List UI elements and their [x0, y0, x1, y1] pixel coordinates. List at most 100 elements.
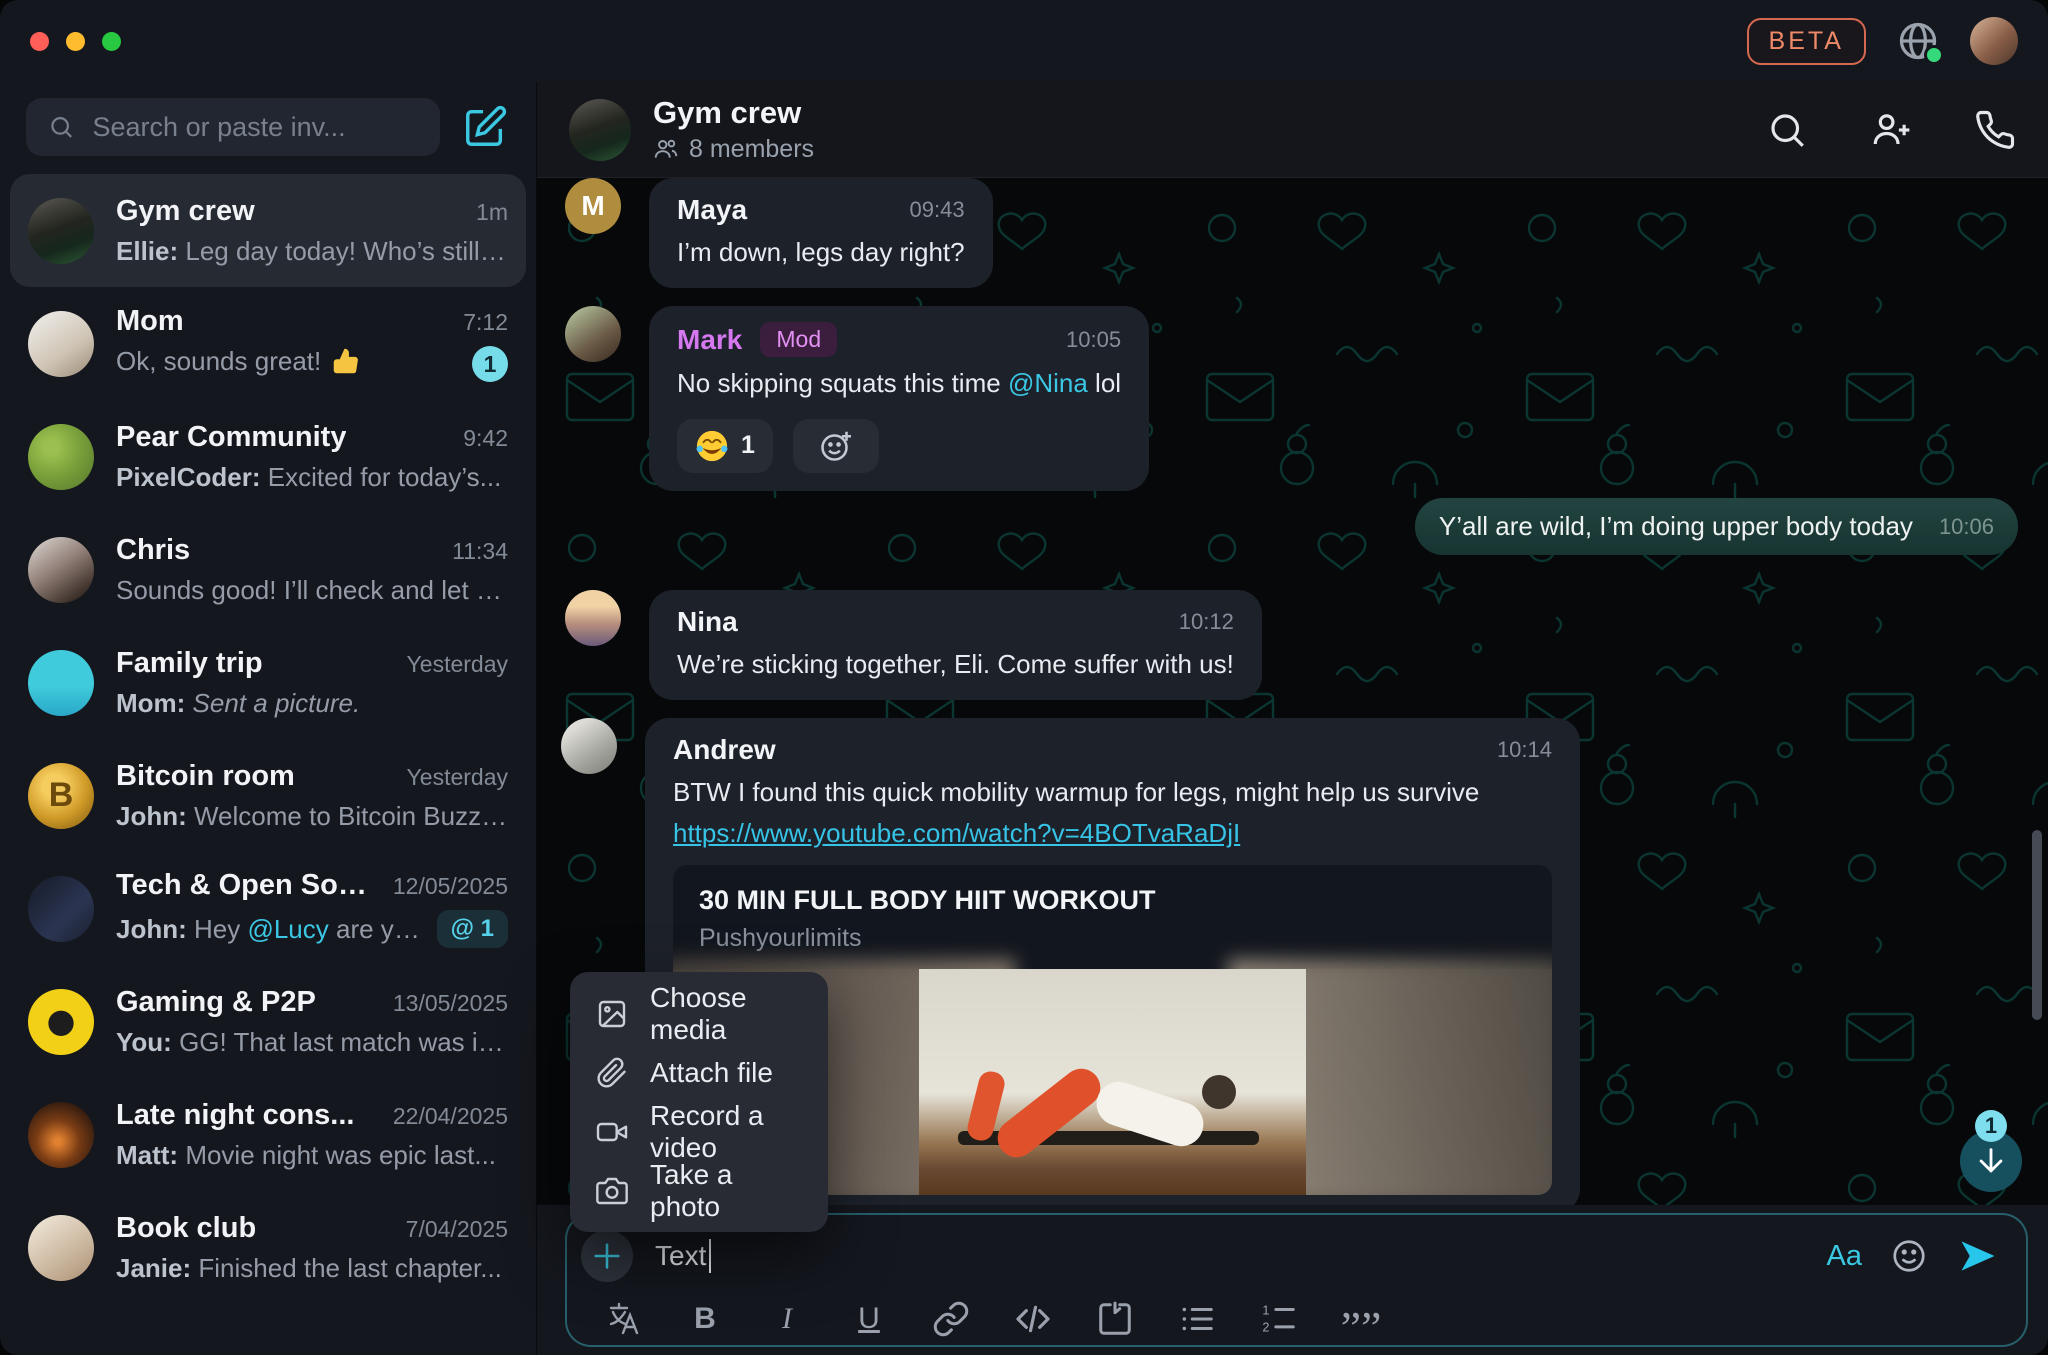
chat-list-item[interactable]: Late night cons...22/04/2025Matt: Movie …: [10, 1078, 526, 1191]
message-time: 09:43: [850, 197, 965, 223]
message-bubble: Maya 09:43 I’m down, legs day right?: [649, 178, 993, 288]
messages-scrollbar[interactable]: [2032, 830, 2042, 1020]
chat-item-avatar: [28, 989, 94, 1055]
chat-item-name: Late night cons...: [116, 1099, 354, 1132]
chat-list-item[interactable]: Chris11:34Sounds good! I’ll check and le…: [10, 513, 526, 626]
code-block-icon[interactable]: [1095, 1299, 1135, 1339]
underline-icon[interactable]: U: [849, 1299, 889, 1339]
italic-icon[interactable]: I: [767, 1299, 807, 1339]
message-time: 10:06: [1939, 514, 1994, 540]
chat-item-time: 12/05/2025: [379, 873, 508, 900]
mention-link[interactable]: @Nina: [1008, 368, 1088, 398]
numbered-list-icon[interactable]: 12: [1259, 1299, 1299, 1339]
reaction-count: 1: [741, 431, 755, 460]
chat-item-time: 7/04/2025: [392, 1216, 508, 1243]
chat-item-preview: Ellie: Leg day today! Who’s still s...: [116, 236, 508, 267]
spellcheck-icon[interactable]: [603, 1299, 643, 1339]
minimize-window-button[interactable]: [66, 32, 85, 51]
message-time: 10:05: [1006, 327, 1121, 353]
quote-icon[interactable]: ””: [1341, 1299, 1381, 1339]
youtube-link[interactable]: https://www.youtube.com/watch?v=4BOTvaRa…: [673, 818, 1240, 849]
plus-icon: [590, 1239, 624, 1273]
message-group-outgoing: Y’all are wild, I’m doing upper body tod…: [1415, 498, 2018, 555]
network-status-button[interactable]: [1896, 19, 1940, 63]
mention-badge: @ 1: [437, 910, 508, 948]
arrow-down-icon: [1974, 1144, 2008, 1178]
message-group: Nina 10:12 We’re sticking together, Eli.…: [565, 590, 1262, 700]
mod-badge: Mod: [760, 322, 837, 357]
message-input[interactable]: Text: [655, 1239, 1805, 1273]
chat-item-time: 11:34: [438, 538, 508, 565]
message-text: No skipping squats this time @Nina lol: [677, 367, 1121, 401]
menu-item-take-a-photo[interactable]: Take a photo: [570, 1161, 828, 1220]
reaction-pill[interactable]: 1: [677, 419, 773, 473]
chat-list-item[interactable]: Gaming & P2P13/05/2025You: GG! That last…: [10, 965, 526, 1078]
menu-item-attach-file[interactable]: Attach file: [570, 1043, 828, 1102]
chat-list-item[interactable]: Family trip Yesterday Mom: Sent a picture.: [10, 626, 526, 739]
emoji-picker-button[interactable]: [1890, 1237, 1928, 1275]
link-icon[interactable]: [931, 1299, 971, 1339]
chat-item-name: Family trip: [116, 647, 263, 680]
chat-item-preview: Mom: Sent a picture.: [116, 688, 508, 719]
search-input[interactable]: [91, 111, 418, 144]
bold-icon[interactable]: B: [685, 1299, 725, 1339]
chat-list-item[interactable]: Pear Community9:42PixelCoder: Excited fo…: [10, 400, 526, 513]
chat-item-avatar: [28, 650, 94, 716]
send-button[interactable]: [1956, 1234, 2000, 1278]
sender-avatar[interactable]: [565, 306, 621, 362]
new-chat-button[interactable]: [460, 102, 510, 152]
bullet-list-icon[interactable]: [1177, 1299, 1217, 1339]
zoom-window-button[interactable]: [102, 32, 121, 51]
chat-panel: Gym crew 8 members: [537, 82, 2048, 1355]
chat-list-item[interactable]: Gym crew1mEllie: Leg day today! Who’s st…: [10, 174, 526, 287]
chat-list-item[interactable]: Tech & Open Source12/05/2025John: Hey @L…: [10, 852, 526, 965]
chat-members-count: 8 members: [689, 135, 814, 164]
app-window: BETA: [0, 0, 2048, 1355]
user-avatar[interactable]: [1970, 17, 2018, 65]
menu-item-label: Record a video: [650, 1100, 802, 1164]
format-toolbar: B I U 12 ””: [581, 1299, 2000, 1339]
chat-list-item[interactable]: Mom7:12Ok, sounds great! 1: [10, 287, 526, 400]
photo-icon: [596, 1175, 628, 1207]
chat-item-avatar: [28, 1215, 94, 1281]
attach-menu: Choose mediaAttach fileRecord a videoTak…: [570, 972, 828, 1232]
close-window-button[interactable]: [30, 32, 49, 51]
scroll-to-bottom-button[interactable]: 1: [1960, 1130, 2022, 1192]
menu-item-record-a-video[interactable]: Record a video: [570, 1102, 828, 1161]
chat-search-button[interactable]: [1766, 109, 1808, 151]
chat-item-preview: Sounds good! I’ll check and let you...: [116, 575, 508, 606]
attach-button[interactable]: [581, 1230, 633, 1282]
chat-list-item[interactable]: BBitcoin roomYesterdayJohn: Welcome to B…: [10, 739, 526, 852]
chat-item-time: Yesterday: [393, 651, 508, 678]
chat-item-avatar: [28, 537, 94, 603]
message-text: I’m down, legs day right?: [677, 236, 965, 270]
chat-item-preview: PixelCoder: Excited for today’s...: [116, 462, 508, 493]
traffic-lights: [30, 32, 121, 51]
message-group: M Maya 09:43 I’m down, legs day right?: [565, 178, 993, 288]
sender-avatar[interactable]: [565, 590, 621, 646]
message-text: BTW I found this quick mobility warmup f…: [673, 776, 1552, 810]
sender-avatar[interactable]: M: [565, 178, 621, 234]
add-member-button[interactable]: [1870, 109, 1912, 151]
chat-list-item[interactable]: Book club7/04/2025Janie: Finished the la…: [10, 1191, 526, 1304]
chat-item-preview: You: GG! That last match was in...: [116, 1027, 508, 1058]
chat-item-time: 7:12: [449, 309, 508, 336]
add-reaction-button[interactable]: [793, 419, 879, 473]
window-titlebar: BETA: [0, 0, 2048, 82]
inline-code-icon[interactable]: [1013, 1299, 1053, 1339]
chat-item-name: Bitcoin room: [116, 760, 295, 793]
svg-text:1: 1: [1262, 1303, 1269, 1317]
sender-avatar[interactable]: [561, 718, 617, 774]
call-button[interactable]: [1974, 109, 2016, 151]
chat-item-avatar: [28, 1102, 94, 1168]
search-box[interactable]: [26, 98, 440, 156]
sender-name: Mark: [677, 324, 742, 356]
thumbnail-photo: [919, 969, 1306, 1195]
chat-item-preview: Janie: Finished the last chapter...: [116, 1253, 508, 1284]
chat-avatar[interactable]: [569, 99, 631, 161]
menu-item-choose-media[interactable]: Choose media: [570, 984, 828, 1043]
preview-title: 30 MIN FULL BODY HIIT WORKOUT: [673, 865, 1552, 916]
format-toggle-button[interactable]: Aa: [1827, 1240, 1862, 1273]
message-time: 10:12: [1119, 609, 1234, 635]
chat-item-preview: John: Hey @Lucy are you joi...: [116, 914, 425, 945]
